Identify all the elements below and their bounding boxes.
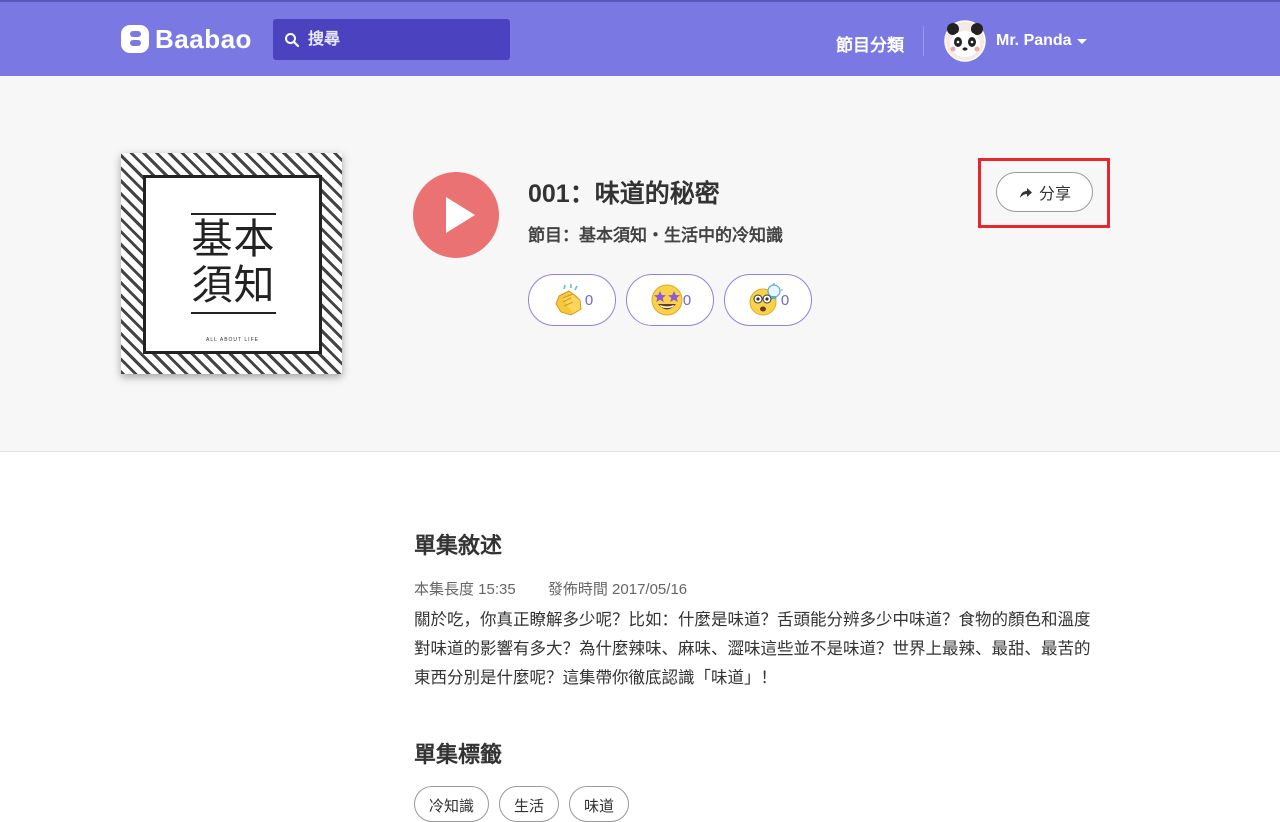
nav-divider: [923, 26, 924, 56]
search-input[interactable]: [306, 29, 490, 50]
cover-title: 基本 須知: [186, 216, 281, 308]
logo[interactable]: Baabao: [120, 22, 252, 56]
tags-heading: 單集標籤: [414, 742, 503, 767]
reaction-idea-button[interactable]: 0: [724, 274, 812, 326]
nav-category-link[interactable]: 節目分類: [836, 31, 904, 56]
top-navbar: Baabao 節目分類 Mr. Panda: [0, 0, 1280, 76]
tag-item[interactable]: 生活: [499, 786, 560, 822]
tag-list: 冷知識 生活 味道: [414, 786, 639, 822]
tag-item[interactable]: 冷知識: [414, 786, 490, 822]
logo-icon: [121, 25, 149, 53]
episode-show-link[interactable]: 節目：基本須知・生活中的冷知識: [528, 221, 783, 246]
reaction-count: 0: [584, 291, 594, 309]
cover-inner: 基本 須知 ALL ABOUT LIFE: [143, 175, 322, 354]
episode-length: 本集長度 15:35: [414, 581, 516, 598]
reaction-clap-button[interactable]: 0: [528, 274, 616, 326]
episode-hero: 基本 須知 ALL ABOUT LIFE 001：味道的秘密 節目：基本須知・生活…: [0, 76, 1280, 452]
lightbulb-idea-icon: [749, 283, 783, 316]
avatar: [944, 20, 986, 62]
episode-description: 關於吃，你真正瞭解多少呢？比如：什麼是味道？舌頭能分辨多少中味道？食物的顏色和溫…: [414, 611, 1091, 687]
play-icon: [446, 197, 475, 233]
cover-rule: [191, 312, 276, 314]
share-label: 分享: [1038, 186, 1071, 203]
episode-cover-image: 基本 須知 ALL ABOUT LIFE: [121, 153, 342, 374]
play-button[interactable]: [413, 172, 499, 258]
logo-text: Baabao: [155, 23, 252, 54]
cover-rule: [191, 213, 276, 215]
clapping-hands-icon: [555, 284, 582, 316]
episode-title: 001：味道的秘密: [528, 180, 720, 208]
user-name: Mr. Panda: [996, 32, 1072, 49]
search-box[interactable]: [273, 19, 510, 60]
description-heading: 單集敘述: [414, 533, 503, 558]
share-arrow-icon: [1019, 187, 1032, 198]
episode-published-date: 發佈時間 2017/05/16: [547, 581, 688, 598]
share-button[interactable]: 分享: [996, 172, 1093, 212]
reaction-list: 0 0 0: [528, 274, 822, 326]
tag-item[interactable]: 味道: [569, 786, 630, 822]
reaction-star-struck-button[interactable]: 0: [626, 274, 714, 326]
user-menu[interactable]: Mr. Panda: [944, 20, 1087, 62]
episode-meta: 本集長度 15:35 發佈時間 2017/05/16: [414, 578, 715, 599]
reaction-count: 0: [780, 291, 790, 309]
search-icon: [285, 32, 300, 47]
chevron-down-icon: [1076, 38, 1087, 44]
cover-title-line: 基本 須知: [191, 216, 276, 308]
star-struck-icon: [651, 284, 683, 316]
cover-subtitle: ALL ABOUT LIFE: [206, 337, 259, 343]
reaction-count: 0: [682, 291, 692, 309]
